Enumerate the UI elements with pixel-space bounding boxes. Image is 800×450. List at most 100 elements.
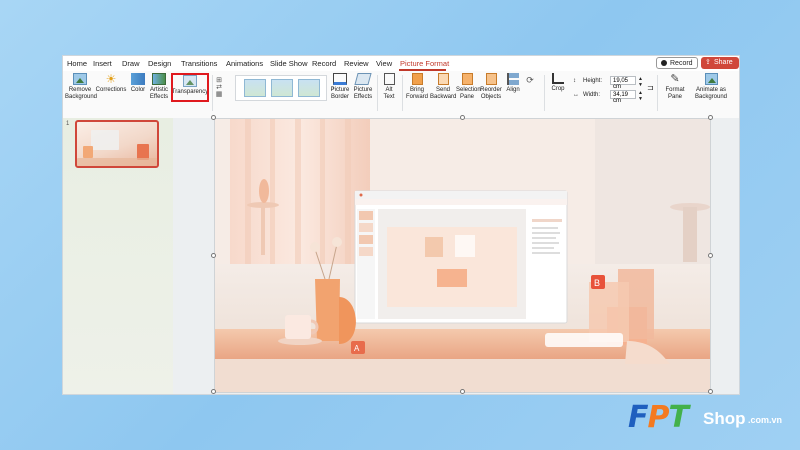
format-pane-icon: ✎ <box>670 73 680 85</box>
ribbon-separator <box>402 75 403 111</box>
tab-insert[interactable]: Insert <box>93 59 112 68</box>
thumbnail-vase-graphic <box>83 146 93 158</box>
picture-style-3[interactable] <box>298 79 320 97</box>
animate-as-background-button[interactable]: Animate as Background <box>691 73 731 101</box>
picture-effects-label: Picture Effects <box>353 87 373 100</box>
powerpoint-window: Home Insert Draw Design Transitions Anim… <box>62 55 740 395</box>
height-stepper-icon[interactable]: ▲ ▼ <box>638 76 643 88</box>
selection-pane-button[interactable]: Selection Pane <box>456 73 481 101</box>
align-label: Align <box>506 87 520 93</box>
record-button[interactable]: Record <box>656 57 698 69</box>
fpt-logo-letters: FPT <box>628 400 689 435</box>
send-backward-button[interactable]: Send Backward <box>430 73 456 101</box>
bring-forward-label: Bring Forward <box>405 87 428 100</box>
thumbnail-table-graphic <box>77 158 157 166</box>
resize-handle[interactable] <box>708 389 713 394</box>
ribbon-separator <box>377 75 378 111</box>
reorder-objects-button[interactable]: Reorder Objects <box>479 73 503 101</box>
height-icon: ↕ <box>573 78 576 84</box>
crop-label: Crop <box>551 86 565 92</box>
svg-text:A: A <box>354 344 360 353</box>
tab-draw[interactable]: Draw <box>122 59 140 68</box>
height-input[interactable]: 19,05 cm <box>610 76 636 90</box>
resize-handle[interactable] <box>211 115 216 120</box>
picture-style-1[interactable] <box>244 79 266 97</box>
slide-canvas: A B <box>173 115 739 394</box>
ribbon-separator <box>657 75 658 111</box>
remove-background-button[interactable]: Remove Background <box>65 73 97 101</box>
reorder-objects-label: Reorder Objects <box>480 87 502 100</box>
ribbon-separator <box>544 75 545 111</box>
crop-button[interactable]: Crop <box>548 73 568 93</box>
tab-slide-show[interactable]: Slide Show <box>270 59 308 68</box>
rotate-icon[interactable]: ⟳ <box>524 76 536 85</box>
slide-picture[interactable]: A B <box>214 118 711 393</box>
tab-design[interactable]: Design <box>148 59 171 68</box>
picture-style-2[interactable] <box>271 79 293 97</box>
bring-forward-button[interactable]: Bring Forward <box>405 73 429 101</box>
color-label: Color <box>130 87 146 93</box>
slides-panel: 1 <box>63 118 174 394</box>
crop-icon <box>552 73 564 84</box>
fpt-domain-text: .com.vn <box>748 415 783 425</box>
transparency-highlight <box>171 73 209 102</box>
picture-border-label: Picture Border <box>330 87 350 100</box>
align-button[interactable]: Align <box>504 73 522 94</box>
svg-text:B: B <box>594 278 600 288</box>
color-button[interactable]: Color <box>127 73 149 94</box>
share-icon: ⇪ <box>705 59 711 66</box>
resize-handle[interactable] <box>460 389 465 394</box>
tab-review[interactable]: Review <box>344 59 369 68</box>
record-button-label: Record <box>670 59 693 67</box>
fpt-letter-f: F <box>628 400 648 435</box>
resize-handle[interactable] <box>708 115 713 120</box>
tab-transitions[interactable]: Transitions <box>181 59 217 68</box>
resize-handle[interactable] <box>211 253 216 258</box>
share-button[interactable]: ⇪ Share <box>701 57 739 69</box>
picture-border-button[interactable]: Picture Border <box>328 73 352 101</box>
ribbon: Remove Background ☀ Corrections Color Ar… <box>63 71 739 119</box>
laptop-screen-graphic <box>354 190 568 324</box>
picture-styles-gallery[interactable] <box>235 75 327 101</box>
tab-animations[interactable]: Animations <box>226 59 263 68</box>
share-button-label: Share <box>714 58 733 66</box>
thumbnail-screen-graphic <box>91 130 119 150</box>
alt-text-label: Alt Text <box>383 87 395 100</box>
fpt-shop-logo: FPT Shop .com.vn <box>628 400 798 438</box>
selection-pane-icon <box>461 73 473 85</box>
slide-thumbnail-1[interactable] <box>75 120 159 168</box>
artistic-effects-button[interactable]: Artistic Effects <box>149 73 169 101</box>
tab-picture-format[interactable]: Picture Format <box>400 59 449 68</box>
resize-handle[interactable] <box>211 389 216 394</box>
width-input[interactable]: 34,19 cm <box>610 90 636 104</box>
format-pane-button[interactable]: ✎ Format Pane <box>661 73 689 101</box>
record-dot-icon <box>661 60 667 66</box>
tab-record[interactable]: Record <box>312 59 336 68</box>
width-stepper-icon[interactable]: ▲ ▼ <box>638 90 643 102</box>
picture-effects-button[interactable]: Picture Effects <box>351 73 375 101</box>
menu-bar: Home Insert Draw Design Transitions Anim… <box>63 56 739 71</box>
picture-border-icon <box>333 73 347 85</box>
align-icon <box>507 73 519 85</box>
alt-text-icon <box>383 73 395 85</box>
send-backward-label: Send Backward <box>430 87 457 100</box>
resize-handle[interactable] <box>460 115 465 120</box>
corrections-label: Corrections <box>95 87 127 93</box>
curtain-graphic <box>230 119 370 264</box>
corrections-button[interactable]: ☀ Corrections <box>95 73 127 94</box>
width-icon: ↔ <box>573 92 579 98</box>
fpt-shop-text: Shop <box>703 409 746 428</box>
artistic-effects-icon <box>152 73 166 85</box>
alt-text-button[interactable]: Alt Text <box>380 73 398 101</box>
prompt-box-graphic <box>545 333 623 347</box>
resize-handle[interactable] <box>708 253 713 258</box>
animate-as-background-label: Animate as Background <box>694 87 728 100</box>
bring-forward-icon <box>411 73 423 85</box>
lock-aspect-icon[interactable]: ⊐ <box>647 83 654 92</box>
compress-pictures-icon[interactable]: ⊞ ⇄ ▦ <box>213 77 225 98</box>
tab-home[interactable]: Home <box>67 59 87 68</box>
tab-view[interactable]: View <box>376 59 392 68</box>
height-label: Height: <box>583 78 603 84</box>
color-icon <box>131 73 145 85</box>
animate-as-background-icon <box>704 73 718 85</box>
